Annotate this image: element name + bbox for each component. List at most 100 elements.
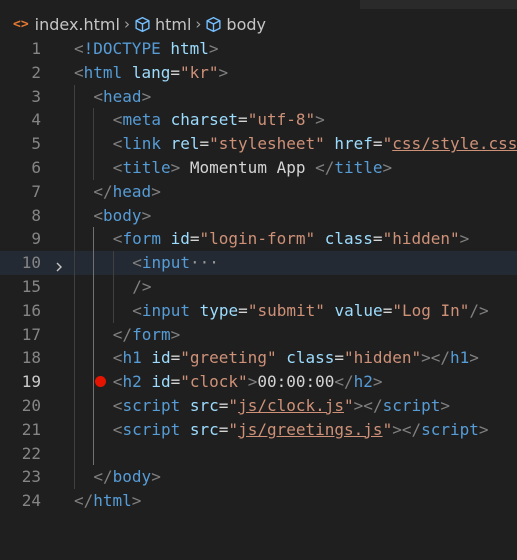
code-line[interactable]: 9 <form id="login-form" class="hidden">: [0, 227, 517, 252]
line-number: 15: [21, 276, 41, 296]
code-line[interactable]: 1 <!DOCTYPE html>: [0, 37, 517, 61]
code-line[interactable]: 2 <html lang="kr">: [0, 61, 517, 85]
tag-name-token: script: [122, 419, 181, 439]
folded-ellipsis[interactable]: ···: [190, 253, 219, 272]
tag-name-token: script: [382, 395, 441, 415]
code-line[interactable]: 15 />: [0, 274, 517, 299]
code-content[interactable]: <!DOCTYPE html>: [74, 37, 219, 61]
bracket-token: >: [170, 324, 181, 344]
code-content[interactable]: <title> Momentum App </title>: [113, 156, 392, 180]
code-content[interactable]: />: [132, 275, 151, 299]
code-content[interactable]: <h2 id="clock">00:00:00</h2>: [113, 370, 383, 394]
code-line[interactable]: 19 <h2 id="clock">00:00:00</h2>: [0, 370, 517, 394]
code-line[interactable]: 10 <input···: [0, 251, 517, 275]
code-content[interactable]: </form>: [113, 323, 180, 347]
indent-guide: [93, 441, 95, 466]
code-line[interactable]: 16 <input type="submit" value="Log In"/>: [0, 298, 517, 323]
bracket-token: >: [131, 491, 142, 511]
bracket-token: <: [112, 395, 123, 415]
text-token: =: [238, 300, 248, 320]
attribute-token: id: [170, 229, 190, 249]
attribute-token: value: [334, 300, 383, 320]
code-line[interactable]: 4 <meta charset="utf-8">: [0, 108, 517, 133]
code-line[interactable]: 23 </body>: [0, 465, 517, 490]
code-line[interactable]: 21 <script src="js/greetings.js"></script…: [0, 417, 517, 442]
tag-name-token: html: [93, 491, 132, 511]
line-number: 7: [31, 181, 41, 201]
attribute-token: class: [286, 348, 335, 368]
bracket-token: </: [112, 324, 133, 344]
code-line[interactable]: 18 <h1 id="greeting" class="hidden"></h1>: [0, 346, 517, 371]
code-content[interactable]: <meta charset="utf-8">: [113, 108, 325, 132]
line-number: 23: [21, 467, 41, 487]
text-token: =: [170, 62, 180, 82]
code-content[interactable]: <input···: [132, 251, 219, 275]
tag-name-token: link: [122, 134, 161, 154]
code-line[interactable]: 3 <head>: [0, 84, 517, 109]
code-content[interactable]: </body>: [93, 465, 160, 489]
link-token[interactable]: js/greetings.js: [238, 420, 383, 439]
line-number: 2: [31, 62, 41, 82]
tag-name-token: form: [122, 229, 161, 249]
bracket-token: >: [478, 419, 489, 439]
tag-name-token: h2: [353, 372, 373, 392]
attribute-token: type: [199, 300, 239, 320]
breadcrumb-item-body[interactable]: body: [226, 15, 266, 34]
code-editor[interactable]: 1 <!DOCTYPE html> 2 <html lang="kr"> 3 <head>…: [0, 37, 517, 513]
code-content[interactable]: <body>: [93, 204, 151, 228]
line-number: 21: [21, 419, 41, 439]
code-line[interactable]: 8 <body>: [0, 203, 517, 228]
breadcrumb-item-html[interactable]: html: [155, 15, 191, 34]
code-content[interactable]: <h1 id="greeting" class="hidden"></h1>: [113, 346, 479, 370]
text-token: =: [218, 395, 229, 415]
code-content[interactable]: <input type="submit" value="Log In"/>: [132, 299, 488, 323]
tag-name-token: input: [141, 253, 190, 273]
line-number: 8: [31, 205, 41, 225]
attribute-token: rel: [170, 134, 200, 154]
code-line[interactable]: 17 </form>: [0, 322, 517, 347]
string-token: ": [382, 419, 393, 439]
code-line[interactable]: 6 <title> Momentum App </title>: [0, 155, 517, 180]
string-token: "kr": [179, 62, 219, 82]
line-number: 1: [31, 39, 41, 58]
code-content[interactable]: <form id="login-form" class="hidden">: [113, 227, 469, 251]
code-content[interactable]: <html lang="kr">: [74, 61, 228, 85]
code-line[interactable]: 20 <script src="js/clock.js"></script>: [0, 393, 517, 418]
line-number: 18: [21, 348, 41, 368]
breadcrumb-file[interactable]: index.html: [35, 15, 120, 34]
code-line[interactable]: 22: [0, 441, 517, 466]
code-line[interactable]: 7 </head>: [0, 179, 517, 204]
tag-name-token: script: [421, 419, 479, 439]
bracket-token: >: [141, 86, 152, 106]
code-content[interactable]: <script src="js/clock.js"></script>: [113, 394, 450, 418]
code-line[interactable]: 24 </html>: [0, 489, 517, 513]
tag-name-token: title: [122, 157, 171, 177]
attribute-token: id: [151, 348, 171, 368]
tag-name-token: title: [334, 157, 383, 177]
code-content[interactable]: </head>: [93, 180, 160, 204]
text-token: =: [218, 419, 229, 439]
bracket-token: <: [93, 205, 104, 225]
indent-guide: [74, 465, 75, 490]
line-number: 9: [31, 229, 41, 249]
indent-guide: [74, 108, 75, 133]
code-content[interactable]: <script src="js/greetings.js"></script>: [113, 418, 489, 442]
indent-guide: [93, 274, 95, 299]
code-content[interactable]: <link rel="stylesheet" href="css/style.c…: [113, 132, 517, 156]
tag-name-token: h1: [122, 348, 142, 368]
bracket-token: <: [93, 86, 104, 106]
attribute-token: href: [334, 134, 373, 154]
code-line[interactable]: 5 <link rel="stylesheet" href="css/style.…: [0, 132, 517, 156]
indent-guide: [112, 274, 114, 299]
link-token[interactable]: css/style.css: [392, 134, 517, 153]
symbol-structure-icon: [206, 16, 221, 32]
code-content[interactable]: </html>: [74, 489, 141, 513]
text-token: =: [334, 348, 345, 368]
breakpoint-icon[interactable]: [95, 376, 106, 388]
link-token[interactable]: js/clock.js: [238, 396, 344, 415]
code-content[interactable]: <head>: [93, 85, 151, 109]
